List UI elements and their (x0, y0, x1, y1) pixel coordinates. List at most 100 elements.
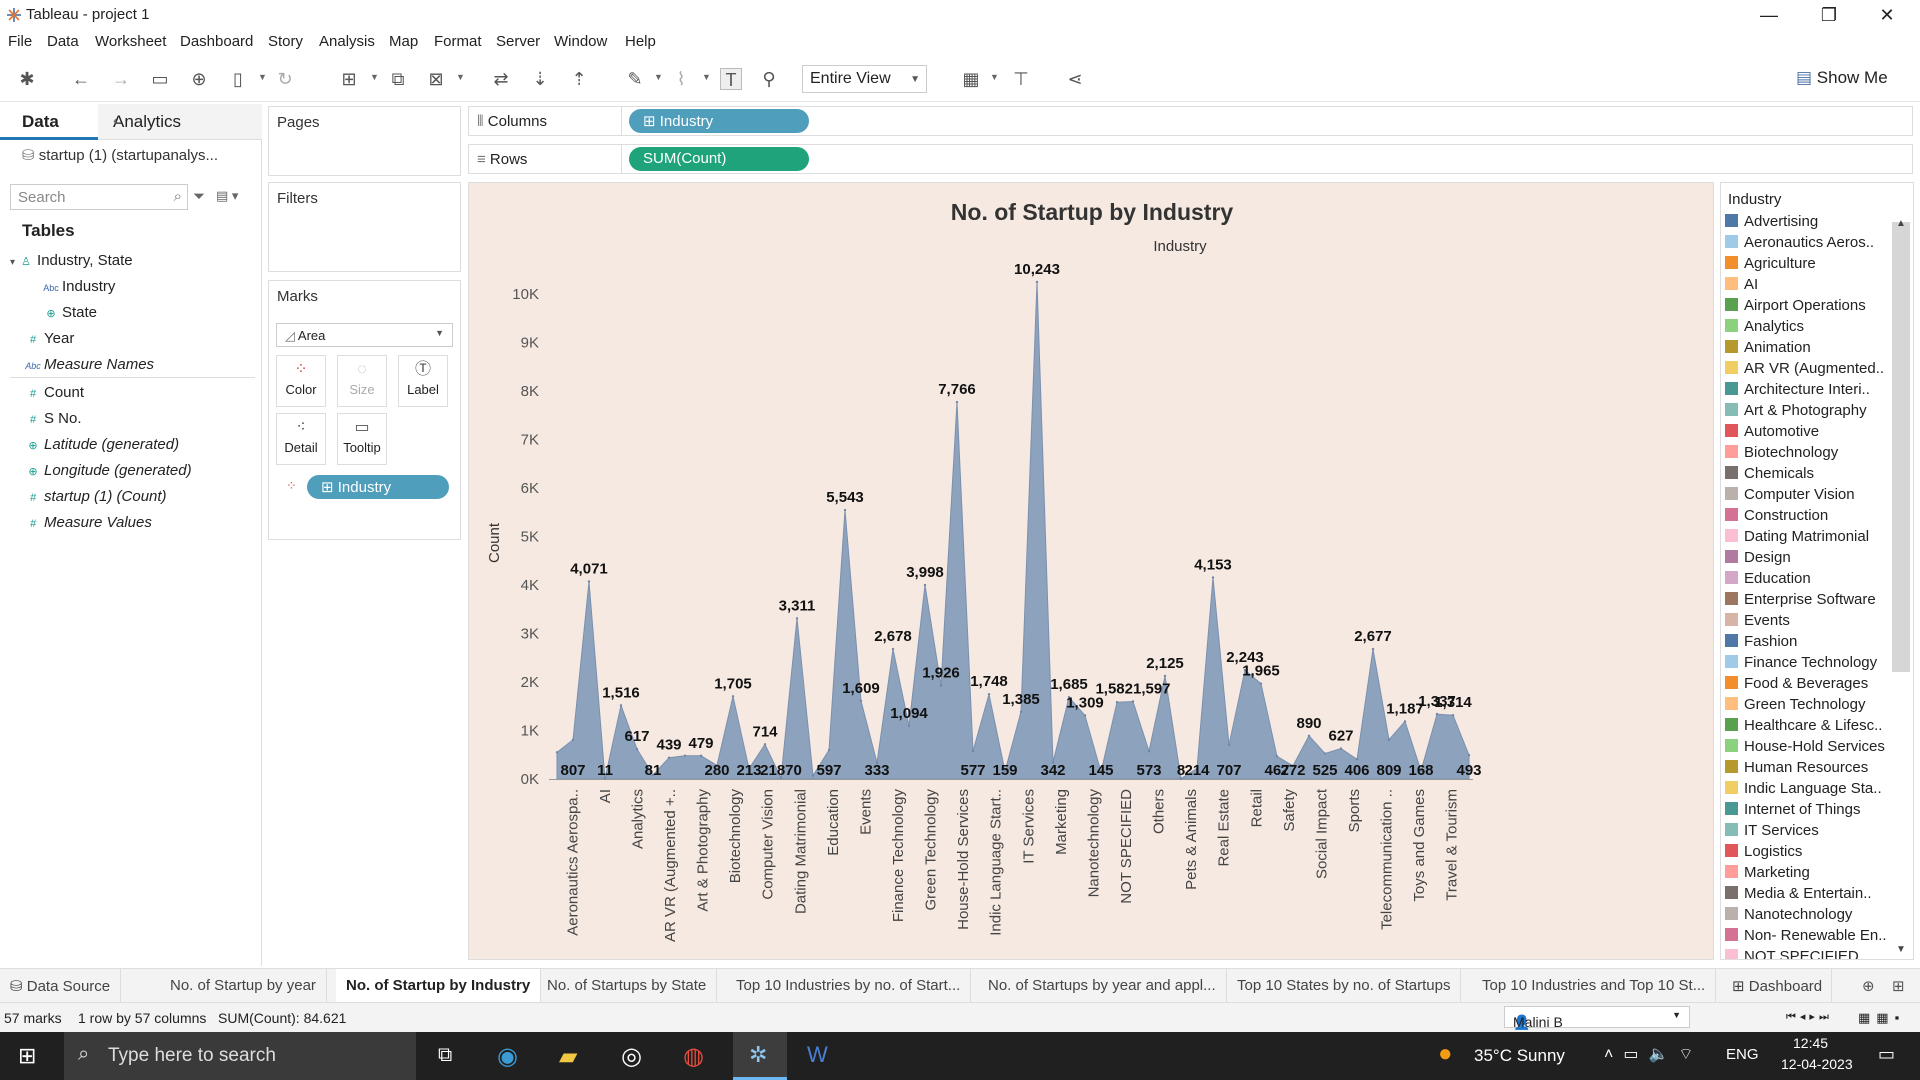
tab-sheet[interactable]: No. of Startup by year (160, 969, 327, 1003)
tab-sheet[interactable]: No. of Startups by State (537, 969, 718, 1003)
legend-item[interactable]: Chemicals (1725, 465, 1895, 482)
legend-item[interactable]: House-Hold Services (1725, 738, 1895, 755)
windows-start-icon[interactable]: ⊞ (18, 1043, 36, 1069)
tab-dashboard[interactable]: ⊞ Dashboard (1722, 969, 1832, 1003)
area-chart[interactable]: 0K 1K 2K 3K 4K 5K 6K 7K 8K 9K 10K Count 807 4,071 11 1,… (469, 183, 1715, 961)
legend-item[interactable]: Dating Matrimonial (1725, 528, 1895, 545)
file-explorer-icon[interactable]: ▰ (559, 1042, 577, 1071)
sheet-navigation-icon[interactable]: ⏮◂▸⏭ (1786, 1010, 1833, 1024)
view-options-icon[interactable]: ▤ ▾ (216, 188, 238, 204)
data-source-item[interactable]: ⛁ startup (1) (startupanalys... (22, 146, 218, 164)
tooltip-button[interactable]: ▭ Tooltip (337, 413, 387, 465)
word-icon[interactable]: W (807, 1042, 828, 1068)
menu-data[interactable]: Data (47, 33, 79, 50)
swap-icon[interactable]: ⇄ (490, 68, 512, 90)
menu-analysis[interactable]: Analysis (319, 33, 375, 50)
columns-shelf[interactable]: ⦀ Columns ⊞ Industry (468, 106, 1913, 136)
clock-date[interactable]: 12-04-2023 (1781, 1056, 1853, 1072)
language-indicator[interactable]: ENG (1726, 1046, 1759, 1063)
menu-story[interactable]: Story (268, 33, 303, 50)
field-measure-values[interactable]: # Measure Values (22, 514, 152, 531)
legend-item[interactable]: Architecture Interi.. (1725, 381, 1895, 398)
legend-item[interactable]: Advertising (1725, 213, 1895, 230)
legend-item[interactable]: Aeronautics Aeros.. (1725, 234, 1895, 251)
legend-item[interactable]: Airport Operations (1725, 297, 1895, 314)
sheet-view-icon[interactable]: ▦▦▪ (1858, 1010, 1905, 1026)
legend-item[interactable]: Animation (1725, 339, 1895, 356)
legend-item[interactable]: Automotive (1725, 423, 1895, 440)
highlight-icon[interactable]: ✎ (624, 68, 646, 90)
tab-analytics[interactable]: Analytics ‹ (98, 104, 262, 140)
taskbar-search-input[interactable]: ⌕ Type here to search (64, 1032, 416, 1080)
rows-sum-count-pill[interactable]: SUM(Count) (629, 147, 809, 171)
legend-item[interactable]: Analytics (1725, 318, 1895, 335)
field-startup-count[interactable]: # startup (1) (Count) (22, 488, 167, 505)
share-icon[interactable]: ⋖ (1064, 68, 1086, 90)
legend-item[interactable]: Nanotechnology (1725, 906, 1895, 923)
new-worksheet-icon[interactable]: ⊞ (338, 68, 360, 90)
menu-window[interactable]: Window (554, 33, 607, 50)
system-tray-icons[interactable]: ˄▭🔈⌔ (1604, 1044, 1703, 1064)
close-button[interactable]: ✕ (1864, 2, 1910, 28)
label-button[interactable]: Ⓣ Label (398, 355, 448, 407)
menu-dashboard[interactable]: Dashboard (180, 33, 253, 50)
detail-button[interactable]: ⁖ Detail (276, 413, 326, 465)
pause-updates-icon[interactable]: ▯ (227, 68, 249, 90)
size-button[interactable]: ◌ Size (337, 355, 387, 407)
whatsapp-icon[interactable]: ◎ (621, 1042, 642, 1071)
rows-shelf[interactable]: ≡ Rows SUM(Count) (468, 144, 1913, 174)
filter-icon[interactable]: ⏷ (193, 188, 205, 205)
filters-card[interactable]: Filters (268, 182, 461, 272)
chevron-down-icon[interactable]: ▼ (702, 72, 711, 82)
scroll-up-icon[interactable]: ▲ (1896, 218, 1906, 229)
legend-item[interactable]: Media & Entertain.. (1725, 885, 1895, 902)
legend-scrollbar[interactable] (1892, 222, 1910, 672)
tab-sheet[interactable]: Top 10 Industries and Top 10 St... (1472, 969, 1717, 1003)
clock-time[interactable]: 12:45 (1793, 1035, 1828, 1051)
menu-format[interactable]: Format (434, 33, 482, 50)
edge-icon[interactable]: ◉ (497, 1042, 518, 1071)
search-input[interactable]: Search ⌕ (10, 184, 188, 210)
refresh-icon[interactable]: ↻ (274, 68, 296, 90)
minimize-button[interactable]: — (1746, 2, 1792, 28)
legend-item[interactable]: Education (1725, 570, 1895, 587)
redo-icon[interactable]: → (110, 68, 132, 90)
legend-item[interactable]: Food & Beverages (1725, 675, 1895, 692)
undo-icon[interactable]: ← (70, 68, 92, 90)
menu-server[interactable]: Server (496, 33, 540, 50)
field-state[interactable]: ⊕ State (40, 304, 97, 321)
legend-item[interactable]: Biotechnology (1725, 444, 1895, 461)
tab-sheet[interactable]: Top 10 Industries by no. of Start... (726, 969, 972, 1003)
legend-item[interactable]: Events (1725, 612, 1895, 629)
marks-industry-pill[interactable]: ⊞ Industry (307, 475, 449, 499)
legend-item[interactable]: Finance Technology (1725, 654, 1895, 671)
mark-type-dropdown[interactable]: ◿ Area ▼ (276, 323, 453, 347)
legend-item[interactable]: Computer Vision (1725, 486, 1895, 503)
group-icon[interactable]: ⌇ (670, 68, 692, 90)
legend-item[interactable]: Healthcare & Lifesc.. (1725, 717, 1895, 734)
new-data-source-icon[interactable]: ⊕ (188, 68, 210, 90)
new-dashboard-icon[interactable]: ⊕ (1862, 977, 1875, 995)
menu-worksheet[interactable]: Worksheet (95, 33, 166, 50)
field-count[interactable]: # Count (22, 384, 84, 401)
tab-sheet-active[interactable]: No. of Startup by Industry (336, 969, 542, 1003)
field-measure-names[interactable]: Abc Measure Names (22, 356, 154, 373)
save-icon[interactable]: ▭ (149, 68, 171, 90)
legend-item[interactable]: AR VR (Augmented.. (1725, 360, 1895, 377)
duplicate-sheet-icon[interactable]: ⧉ (387, 68, 409, 90)
tab-data-source[interactable]: ⛁ Data Source (0, 969, 122, 1003)
legend-item[interactable]: Human Resources (1725, 759, 1895, 776)
field-s-no[interactable]: # S No. (22, 410, 82, 427)
color-button[interactable]: ⁘ Color (276, 355, 326, 407)
field-industry[interactable]: Abc Industry (40, 278, 115, 295)
tableau-home-icon[interactable]: ✱ (16, 68, 38, 90)
weather-text[interactable]: 35°C Sunny (1474, 1046, 1565, 1066)
field-year[interactable]: # Year (22, 330, 74, 347)
scroll-down-icon[interactable]: ▼ (1896, 944, 1906, 955)
legend-item[interactable]: Marketing (1725, 864, 1895, 881)
tab-sheet[interactable]: No. of Startups by year and appl... (978, 969, 1227, 1003)
legend-item[interactable]: Construction (1725, 507, 1895, 524)
legend-item[interactable]: Fashion (1725, 633, 1895, 650)
tab-data[interactable]: Data (0, 104, 98, 140)
user-dropdown[interactable]: 👤 Malini B ▼ (1504, 1006, 1690, 1030)
